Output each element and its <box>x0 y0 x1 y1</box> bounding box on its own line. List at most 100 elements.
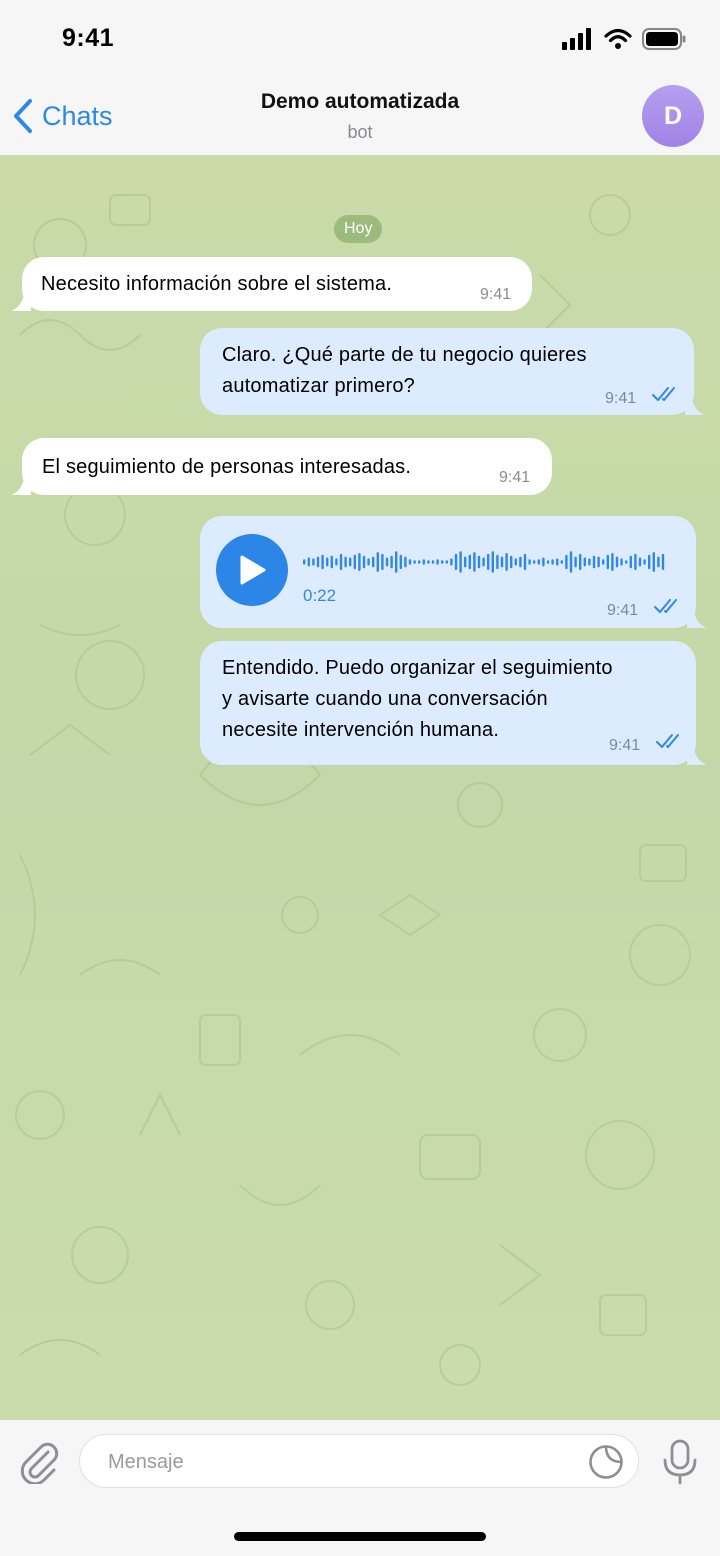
waveform-bar <box>353 554 356 570</box>
waveform-bar <box>326 557 329 567</box>
waveform-bar <box>592 555 596 569</box>
message-composer <box>0 1420 720 1556</box>
waveform-bar <box>597 556 600 568</box>
double-check-icon <box>656 734 679 748</box>
waveform-bar <box>634 553 637 571</box>
waveform-bar <box>418 560 421 564</box>
status-icons <box>562 28 686 50</box>
waveform-bar <box>569 551 573 573</box>
message-time: 9:41 <box>499 469 531 486</box>
waveform-bar <box>579 553 582 571</box>
waveform-bar <box>491 551 494 573</box>
waveform-bar <box>303 559 306 565</box>
play-button[interactable] <box>216 534 288 606</box>
waveform-bar <box>652 552 655 572</box>
chat-subtitle: bot <box>347 122 373 142</box>
back-button[interactable]: Chats <box>12 98 113 134</box>
waveform-bar <box>473 552 476 572</box>
waveform-bar <box>395 551 398 573</box>
bubble-tail <box>687 743 707 765</box>
waveform-bar <box>459 551 462 573</box>
double-check-icon <box>652 387 675 401</box>
waveform-bar <box>546 560 550 564</box>
sticker-icon[interactable] <box>588 1444 624 1480</box>
waveform-bar <box>349 557 352 567</box>
waveform-bar <box>399 554 402 570</box>
waveform-bar <box>339 553 343 571</box>
date-separator: Hoy <box>334 215 383 243</box>
message-incoming[interactable]: El seguimiento de personas interesadas. … <box>11 438 552 495</box>
waveform-bar <box>321 554 324 570</box>
waveform-bar <box>523 553 527 571</box>
waveform-bar <box>330 555 333 569</box>
message-line: automatizar primero? <box>222 375 415 397</box>
battery-icon <box>642 28 686 50</box>
waveform-bar <box>657 556 660 568</box>
double-check-icon <box>654 599 677 613</box>
bubble-tail <box>11 473 31 495</box>
waveform-bar <box>528 559 531 565</box>
waveform-bar <box>615 556 619 568</box>
waveform-bar <box>648 554 651 570</box>
avatar[interactable]: D <box>642 85 704 147</box>
waveform-bar <box>312 558 315 566</box>
waveform-bar <box>358 553 361 571</box>
message-text: Necesito información sobre el sistema. <box>41 273 393 295</box>
voice-duration: 0:22 <box>303 586 337 605</box>
status-time: 9:41 <box>62 24 115 52</box>
waveform-bar <box>381 553 384 571</box>
waveform-bar <box>487 553 490 571</box>
message-time: 9:41 <box>609 737 641 754</box>
status-bar: 9:41 <box>0 0 720 80</box>
waveform-bar <box>606 554 609 570</box>
waveform-bar <box>431 560 435 564</box>
message-text: Entendido. Puedo organizar el seguimient… <box>222 653 613 746</box>
waveform-bar <box>422 559 425 565</box>
waveform-bar <box>450 558 453 566</box>
attach-icon[interactable] <box>18 1440 60 1484</box>
voice-message[interactable]: 0:22 9:41 <box>200 516 707 628</box>
waveform-bar <box>542 557 545 567</box>
audio-waveform[interactable] <box>303 550 673 574</box>
waveform-bar <box>505 553 508 571</box>
microphone-icon[interactable] <box>660 1439 700 1485</box>
message-outgoing[interactable]: Claro. ¿Qué parte de tu negocio quieres … <box>200 328 705 415</box>
waveform-bar <box>436 559 439 565</box>
signal-icon <box>562 28 591 50</box>
message-text: El seguimiento de personas interesadas. <box>42 456 412 478</box>
message-outgoing[interactable]: Entendido. Puedo organizar el seguimient… <box>200 641 707 765</box>
home-indicator <box>234 1532 486 1541</box>
waveform-bar <box>427 560 430 564</box>
waveform-bar <box>625 560 628 564</box>
waveform-bar <box>533 560 536 564</box>
waveform-bar <box>376 552 379 572</box>
waveform-bar <box>496 554 499 570</box>
message-time: 9:41 <box>480 286 512 303</box>
waveform-bar <box>464 556 467 568</box>
waveform-bar <box>482 557 485 567</box>
chat-title: Demo automatizada <box>260 90 460 113</box>
message-incoming[interactable]: Necesito información sobre el sistema. 9… <box>11 257 532 311</box>
message-field[interactable] <box>79 1434 639 1489</box>
chat-title-area[interactable]: Demo automatizada bot <box>160 90 560 143</box>
message-input[interactable] <box>106 1435 580 1489</box>
waveform-bar <box>316 556 320 568</box>
message-line: Claro. ¿Qué parte de tu negocio quieres <box>222 344 587 366</box>
waveform-bar <box>335 558 338 566</box>
waveform-bar <box>514 558 517 566</box>
waveform-bar <box>468 554 471 570</box>
waveform-bar <box>565 554 568 570</box>
bubble-tail <box>685 393 705 415</box>
waveform-bar <box>500 556 504 568</box>
waveform-bar <box>638 557 642 567</box>
bubble-tail <box>687 606 707 628</box>
waveform-bar <box>643 559 646 565</box>
message-line: Entendido. Puedo organizar el seguimient… <box>222 657 613 679</box>
waveform-bar <box>404 556 407 568</box>
waveform-bar <box>519 556 522 568</box>
chat-header: Chats Demo automatizada bot D <box>0 80 720 155</box>
chevron-left-icon <box>14 99 32 133</box>
waveform-bar <box>362 555 366 569</box>
waveform-bar <box>344 556 347 568</box>
waveform-bar <box>445 560 448 564</box>
